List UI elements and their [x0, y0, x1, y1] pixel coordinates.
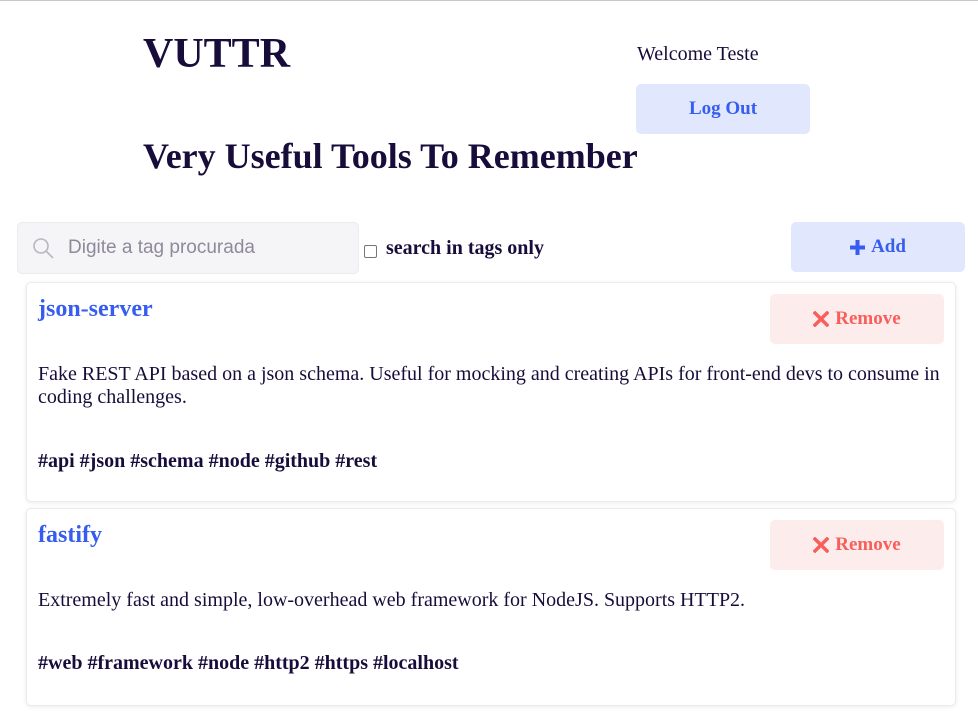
close-icon [813, 311, 830, 327]
search-icon [33, 238, 54, 259]
logout-button[interactable]: Log Out [636, 84, 810, 134]
add-tool-button[interactable]: Add [791, 222, 965, 272]
tool-card: json-server Remove Fake REST API based o… [26, 282, 956, 502]
remove-tool-button[interactable]: Remove [770, 294, 944, 344]
tags-only-label[interactable]: search in tags only [386, 236, 544, 260]
search-box [17, 222, 359, 274]
app-title: VUTTR [143, 31, 291, 77]
close-icon [813, 537, 830, 553]
tool-card: fastify Remove Extremely fast and simple… [26, 508, 956, 706]
remove-tool-button[interactable]: Remove [770, 520, 944, 570]
add-button-label: Add [871, 236, 906, 257]
welcome-text: Welcome Teste [637, 43, 759, 65]
tool-description: Extremely fast and simple, low-overhead … [38, 589, 746, 611]
top-border [0, 0, 978, 1]
search-input[interactable] [68, 223, 353, 273]
remove-button-label: Remove [835, 534, 901, 555]
tags-only-checkbox[interactable] [364, 245, 377, 258]
tool-description: Fake REST API based on a json schema. Us… [38, 363, 940, 408]
remove-button-label: Remove [835, 308, 901, 329]
tool-tags: #web #framework #node #http2 #https #loc… [38, 652, 459, 674]
plus-icon [850, 239, 866, 255]
page-subtitle: Very Useful Tools To Remember [143, 136, 638, 176]
tool-title-link[interactable]: json-server [38, 295, 153, 323]
tool-title-link[interactable]: fastify [38, 521, 102, 549]
tool-tags: #api #json #schema #node #github #rest [38, 450, 378, 472]
